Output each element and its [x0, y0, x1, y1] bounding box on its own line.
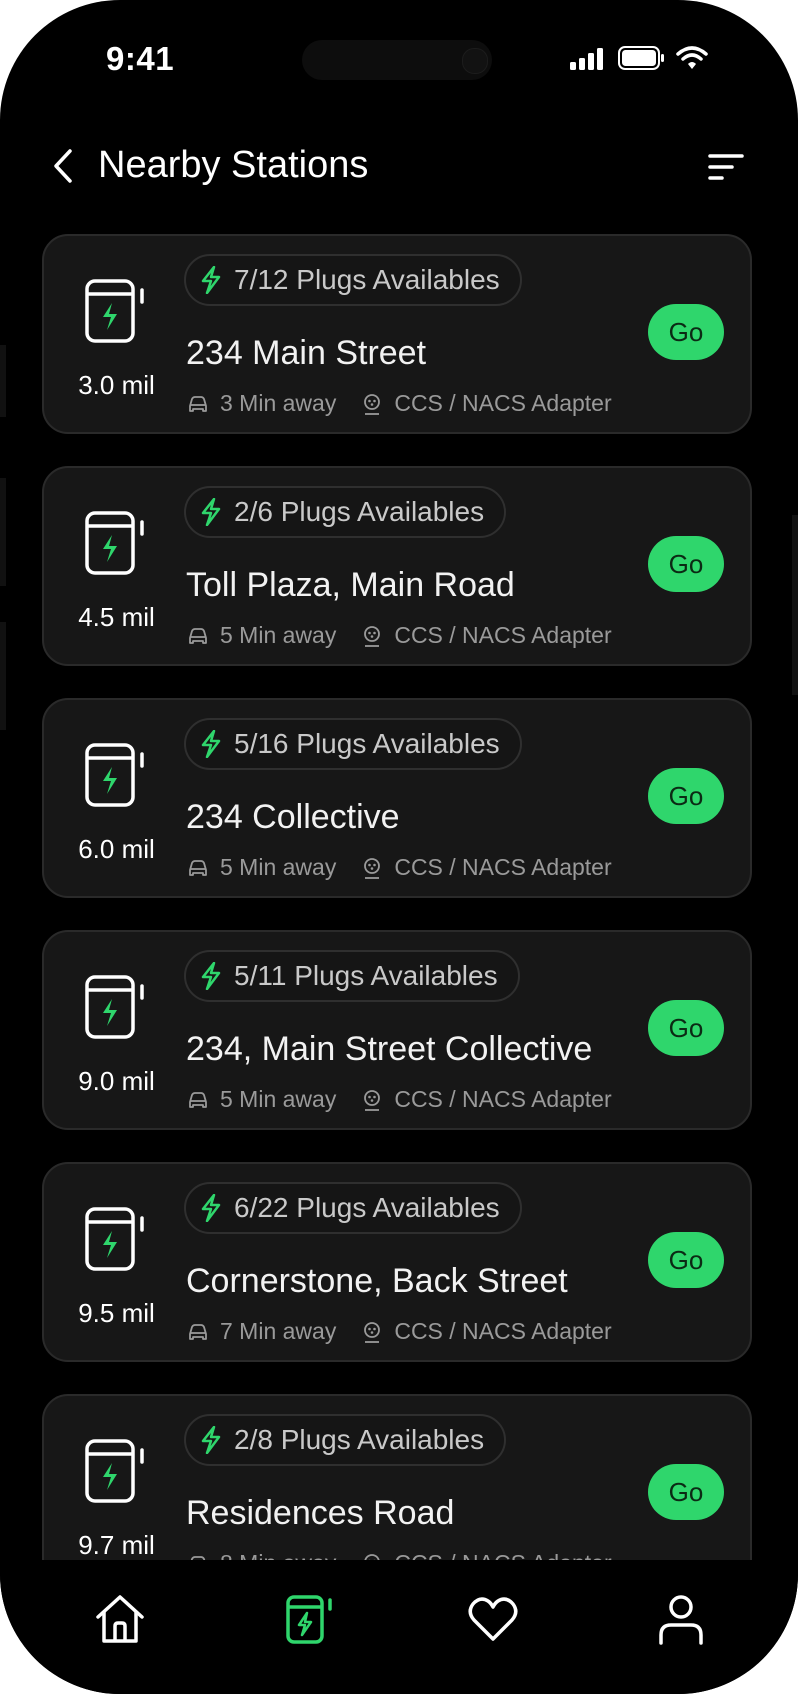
- plugs-available-text: 2/8 Plugs Availables: [234, 1424, 485, 1455]
- car-icon: [189, 627, 207, 644]
- plug-connector-icon: [364, 1321, 381, 1343]
- station-list[interactable]: 3.0 mil 7/12 Plugs Availables 234 Main S…: [0, 230, 798, 1560]
- station-card[interactable]: 6.0 mil 5/16 Plugs Availables 234 Collec…: [42, 698, 752, 898]
- plug-connector-icon: [364, 1553, 381, 1560]
- car-icon: [189, 395, 207, 412]
- station-card[interactable]: 3.0 mil 7/12 Plugs Availables 234 Main S…: [42, 234, 752, 434]
- car-icon: [189, 1323, 207, 1340]
- cellular-signal-icon: [570, 48, 603, 70]
- bottom-tab-bar: [0, 1560, 798, 1694]
- bolt-icon: [201, 266, 221, 294]
- go-button[interactable]: Go: [648, 768, 724, 824]
- plugs-available-badge: 5/16 Plugs Availables: [184, 718, 522, 770]
- charging-station-icon: [85, 1207, 144, 1271]
- sort-filter-icon[interactable]: [708, 152, 744, 182]
- plug-connector-icon: [364, 857, 381, 879]
- station-eta: 3 Min away: [220, 390, 337, 416]
- page-title: Nearby Stations: [98, 144, 369, 186]
- station-card[interactable]: 9.0 mil 5/11 Plugs Availables 234, Main …: [42, 930, 752, 1130]
- station-meta: 7 Min away CCS / NACS Adapter: [186, 1318, 612, 1345]
- battery-icon: [618, 46, 664, 70]
- station-distance: 4.5 mil: [78, 602, 155, 632]
- bolt-icon: [201, 730, 221, 758]
- station-distance: 6.0 mil: [78, 834, 155, 864]
- station-connector: CCS / NACS Adapter: [394, 854, 612, 880]
- station-name: Toll Plaza, Main Road: [186, 566, 515, 604]
- station-name: Residences Road: [186, 1494, 455, 1532]
- station-meta: 3 Min away CCS / NACS Adapter: [186, 390, 612, 417]
- plugs-available-badge: 5/11 Plugs Availables: [184, 950, 520, 1002]
- station-eta: 7 Min away: [220, 1318, 337, 1344]
- station-card[interactable]: 9.7 mil 2/8 Plugs Availables Residences …: [42, 1394, 752, 1560]
- station-name: 234 Main Street: [186, 334, 427, 372]
- back-chevron-icon[interactable]: [48, 148, 78, 184]
- charging-station-icon[interactable]: [284, 1592, 338, 1646]
- bolt-icon: [201, 1194, 221, 1222]
- plug-connector-icon: [364, 1089, 381, 1111]
- charging-station-icon: [85, 975, 144, 1039]
- plugs-available-badge: 6/22 Plugs Availables: [184, 1182, 522, 1234]
- station-meta: 8 Min away CCS / NACS Adapter: [186, 1550, 612, 1560]
- charging-station-icon: [85, 511, 144, 575]
- station-card[interactable]: 4.5 mil 2/6 Plugs Availables Toll Plaza,…: [42, 466, 752, 666]
- plugs-available-text: 7/12 Plugs Availables: [234, 264, 500, 295]
- plugs-available-text: 6/22 Plugs Availables: [234, 1192, 500, 1223]
- station-distance: 9.0 mil: [78, 1066, 155, 1096]
- profile-icon[interactable]: [654, 1592, 708, 1646]
- status-time: 9:41: [106, 40, 175, 77]
- station-distance: 9.5 mil: [78, 1298, 155, 1328]
- heart-icon[interactable]: [466, 1592, 520, 1646]
- station-name: 234 Collective: [186, 798, 400, 836]
- plugs-available-badge: 7/12 Plugs Availables: [184, 254, 522, 306]
- car-icon: [189, 1091, 207, 1108]
- camera: [462, 48, 488, 74]
- plugs-available-text: 2/6 Plugs Availables: [234, 496, 485, 527]
- charging-station-icon: [85, 279, 144, 343]
- station-connector: CCS / NACS Adapter: [394, 622, 612, 648]
- charging-station-icon: [85, 743, 144, 807]
- station-card[interactable]: 9.5 mil 6/22 Plugs Availables Cornerston…: [42, 1162, 752, 1362]
- bolt-icon: [201, 962, 221, 990]
- phone-frame: 9:41 Nearby Stations 3.0 mil 7/12 Plugs …: [0, 0, 798, 1694]
- go-button[interactable]: Go: [648, 1000, 724, 1056]
- station-eta: 5 Min away: [220, 854, 337, 880]
- status-bar: 9:41: [0, 0, 798, 120]
- bolt-icon: [201, 498, 221, 526]
- plugs-available-badge: 2/6 Plugs Availables: [184, 486, 507, 538]
- station-meta: 5 Min away CCS / NACS Adapter: [186, 622, 612, 649]
- plugs-available-badge: 2/8 Plugs Availables: [184, 1414, 507, 1466]
- station-connector: CCS / NACS Adapter: [394, 1550, 611, 1560]
- station-distance: 3.0 mil: [78, 370, 155, 400]
- station-distance: 9.7 mil: [78, 1530, 155, 1560]
- wifi-icon: [676, 46, 708, 69]
- charging-station-icon: [85, 1439, 144, 1503]
- car-icon: [190, 1555, 206, 1560]
- home-icon[interactable]: [93, 1592, 147, 1646]
- plug-connector-icon: [364, 625, 381, 647]
- plugs-available-text: 5/16 Plugs Availables: [234, 728, 500, 759]
- go-button[interactable]: Go: [648, 1464, 724, 1520]
- station-connector: CCS / NACS Adapter: [394, 1318, 612, 1344]
- bolt-icon: [201, 1426, 221, 1454]
- station-meta: 5 Min away CCS / NACS Adapter: [186, 1086, 612, 1113]
- station-name: 234, Main Street Collective: [186, 1030, 593, 1068]
- go-button[interactable]: Go: [648, 536, 724, 592]
- station-name: Cornerstone, Back Street: [186, 1262, 568, 1300]
- plug-connector-icon: [364, 393, 381, 415]
- station-eta: 5 Min away: [220, 1086, 337, 1112]
- station-connector: CCS / NACS Adapter: [394, 390, 612, 416]
- car-icon: [189, 859, 207, 876]
- station-eta: 5 Min away: [220, 622, 337, 648]
- plugs-available-text: 5/11 Plugs Availables: [234, 960, 498, 991]
- go-button[interactable]: Go: [648, 1232, 724, 1288]
- go-button[interactable]: Go: [648, 304, 724, 360]
- station-eta: 8 Min away: [220, 1550, 336, 1560]
- station-meta: 5 Min away CCS / NACS Adapter: [186, 854, 612, 881]
- station-connector: CCS / NACS Adapter: [394, 1086, 612, 1112]
